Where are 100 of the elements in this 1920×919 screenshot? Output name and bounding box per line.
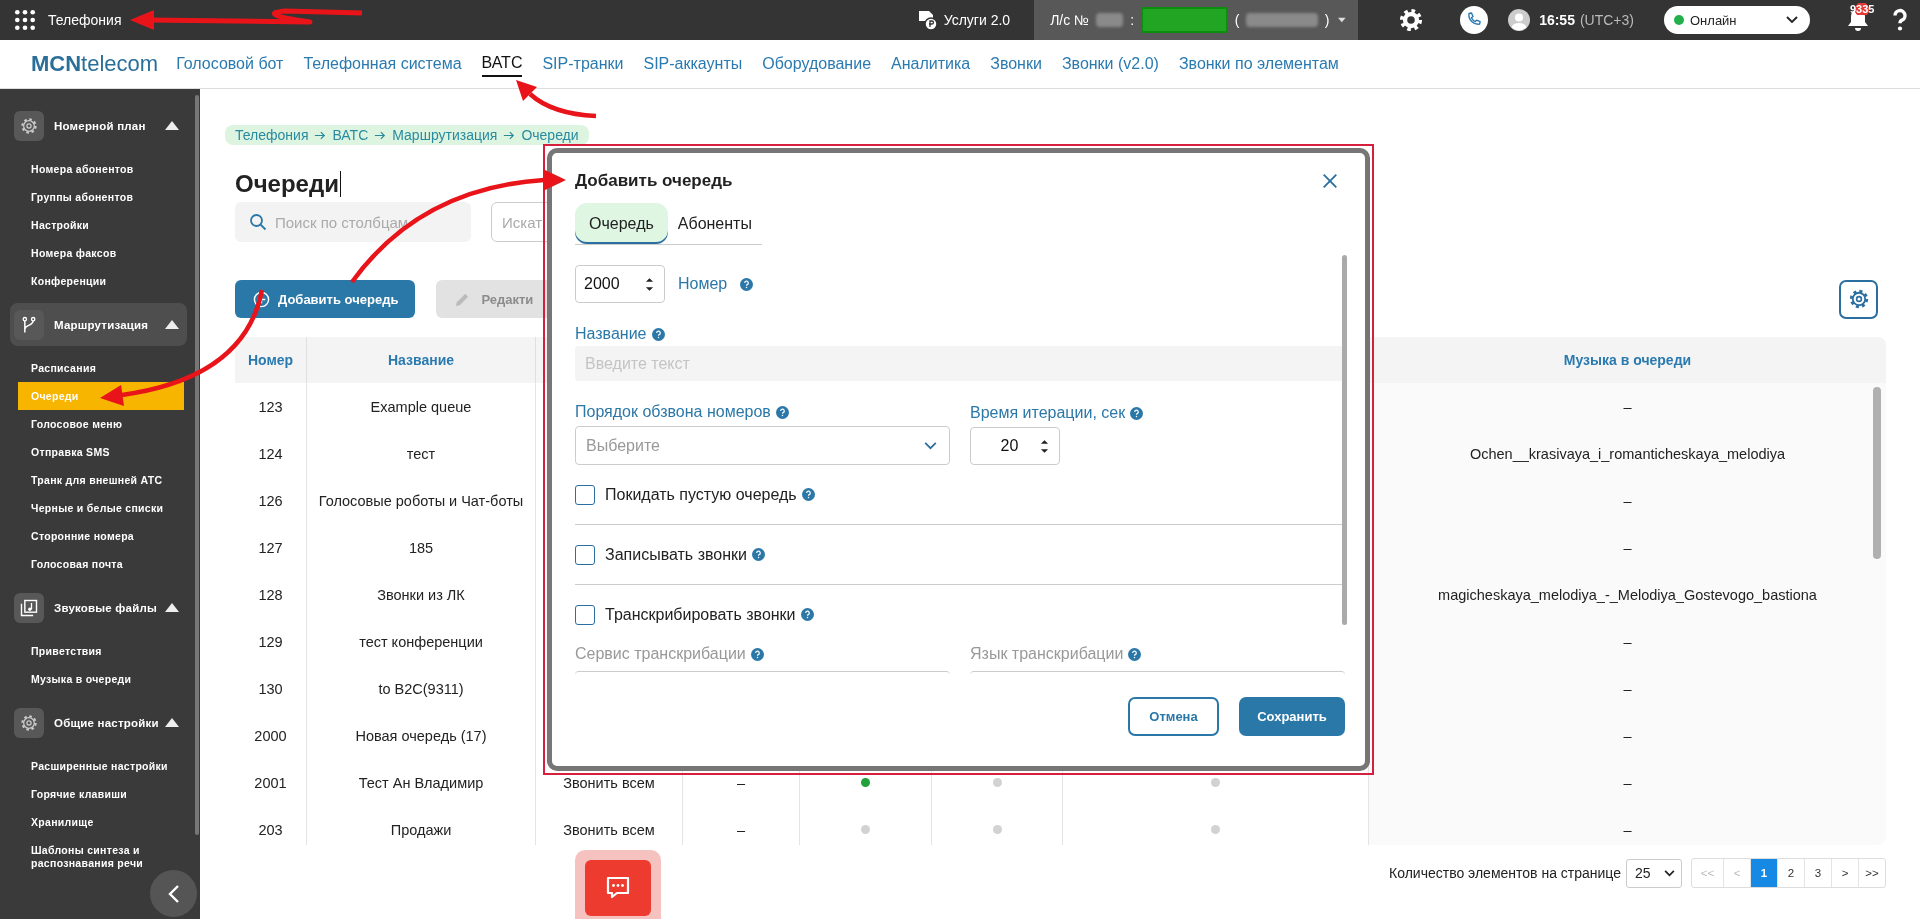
sidebar-item[interactable]: Черные и белые списки xyxy=(18,494,172,522)
sidebar-item[interactable]: Расписания xyxy=(18,354,105,382)
page-button[interactable]: 1 xyxy=(1750,859,1777,887)
sidebar-item[interactable]: Музыка в очереди xyxy=(18,665,140,693)
page-button[interactable]: 2 xyxy=(1777,859,1804,887)
sidebar-item[interactable]: Транк для внешней АТС xyxy=(18,466,171,494)
sidebar-item[interactable]: Отправка SMS xyxy=(18,438,118,466)
gear-icon xyxy=(1847,288,1870,310)
nav-tab[interactable]: Телефонная система xyxy=(303,52,462,76)
scrollbar[interactable] xyxy=(195,95,199,835)
checkbox[interactable] xyxy=(575,544,595,565)
chevron-down-icon xyxy=(1786,16,1798,24)
field-label: Язык транскрибации xyxy=(970,645,1124,663)
sidebar-item[interactable]: Номера факсов xyxy=(18,239,125,267)
tab[interactable]: Абоненты xyxy=(667,203,762,244)
table-cell: – xyxy=(1623,492,1632,509)
table-cell: – xyxy=(736,821,746,838)
sidebar-item[interactable]: Группы абонентов xyxy=(18,183,142,211)
account-label: Л/с № xyxy=(1050,12,1090,28)
nav-tab[interactable]: SIP-аккаунты xyxy=(643,52,743,76)
breadcrumb-link[interactable]: Телефония xyxy=(235,127,309,143)
avatar-icon[interactable] xyxy=(1508,9,1531,31)
nav-tab[interactable]: ВАТС xyxy=(481,51,523,77)
status-select[interactable]: Онлайн xyxy=(1664,6,1810,34)
add-queue-button[interactable]: Добавить очередь xyxy=(235,280,416,318)
sidebar-item[interactable]: Горячие клавиши xyxy=(18,780,136,808)
services-link[interactable]: Услуги 2.0 xyxy=(915,9,1011,31)
redacted-block xyxy=(1096,13,1124,27)
nav-tab[interactable]: Звонки по элементам xyxy=(1178,52,1339,76)
spinner-icon[interactable] xyxy=(645,276,654,292)
checkbox-label: Записывать звонки xyxy=(605,545,747,564)
sidebar-item[interactable]: Настройки xyxy=(18,211,98,239)
music-file-icon xyxy=(14,592,44,623)
sidebar-item[interactable]: Номера абонентов xyxy=(18,155,142,183)
plus-circle-icon xyxy=(253,290,270,308)
redacted-block xyxy=(1246,13,1318,27)
help-icon[interactable] xyxy=(1892,8,1908,32)
tab[interactable]: Очередь xyxy=(575,203,668,244)
nav-tab[interactable]: Звонки (v2.0) xyxy=(1061,52,1159,76)
field-label: Время итерации, сек xyxy=(970,404,1126,423)
text-cursor xyxy=(339,171,342,197)
page-size-label: Количество элементов на странице xyxy=(1389,865,1621,881)
sidebar-group[interactable]: Номерной план xyxy=(10,104,187,147)
triangle-icon[interactable] xyxy=(165,718,179,727)
nav-tab[interactable]: SIP-транки xyxy=(542,52,624,76)
account-selector[interactable]: Л/с № : ( ) xyxy=(1034,0,1359,40)
account-separator: : xyxy=(1130,12,1135,28)
table-cell: Продажи xyxy=(390,821,452,838)
nav-tab[interactable]: Звонки xyxy=(990,52,1042,76)
page-size-select[interactable]: 25 xyxy=(1626,858,1682,888)
page-button[interactable]: > xyxy=(1831,859,1858,887)
sidebar-group[interactable]: Маршрутизация xyxy=(10,303,187,346)
sidebar-item[interactable]: Голосовое меню xyxy=(18,410,131,438)
field-label: Название xyxy=(575,325,647,343)
sidebar-item[interactable]: Шаблоны синтеза и распознавания речи xyxy=(18,836,184,877)
logo[interactable]: MCNtelecom xyxy=(31,51,159,77)
spinner-icon[interactable] xyxy=(1040,438,1049,454)
page-button[interactable]: >> xyxy=(1858,859,1885,887)
nav-tab[interactable]: Аналитика xyxy=(891,52,971,76)
table-cell: 126 xyxy=(258,492,283,509)
scrollbar[interactable] xyxy=(1342,255,1347,625)
table-cell: – xyxy=(1623,633,1632,650)
table-cell: – xyxy=(736,774,746,791)
save-button[interactable]: Сохранить xyxy=(1239,697,1345,736)
triangle-icon[interactable] xyxy=(165,603,179,612)
table-cell: тест xyxy=(406,445,436,462)
sidebar-item[interactable]: Сторонние номера xyxy=(18,522,142,550)
breadcrumb-link[interactable]: ВАТС xyxy=(332,127,369,143)
triangle-icon[interactable] xyxy=(165,320,179,329)
breadcrumb-link[interactable]: Маршрутизация xyxy=(392,127,498,143)
sidebar-group[interactable]: Звуковые файлы xyxy=(10,586,187,629)
settings-button[interactable] xyxy=(1839,279,1878,319)
settings-icon[interactable] xyxy=(1398,7,1425,33)
sidebar-group[interactable]: Общие настройки xyxy=(10,701,187,744)
number-field[interactable]: 20 xyxy=(970,427,1060,466)
checkbox[interactable] xyxy=(575,484,595,505)
caret-icon xyxy=(1338,17,1347,23)
sidebar-item[interactable]: Голосовая почта xyxy=(18,550,131,578)
sidebar-item[interactable]: Расширенные настройки xyxy=(18,752,176,780)
sidebar-item[interactable]: Хранилище xyxy=(18,808,102,836)
phone-icon[interactable] xyxy=(1460,6,1489,34)
table-cell: 185 xyxy=(408,539,434,556)
chat-button[interactable] xyxy=(575,850,661,919)
checkbox[interactable] xyxy=(575,604,595,625)
breadcrumb-link[interactable]: Очереди xyxy=(521,127,579,143)
nav-tab[interactable]: Голосовой бот xyxy=(176,52,284,76)
section-title: Телефония xyxy=(48,12,122,28)
apps-grid-icon[interactable] xyxy=(14,9,36,31)
online-dot xyxy=(1674,15,1684,25)
table-cell: 2001 xyxy=(254,774,287,791)
close-icon[interactable] xyxy=(1321,172,1339,190)
number-field[interactable]: 2000 xyxy=(575,265,665,303)
page-button[interactable]: 3 xyxy=(1804,859,1831,887)
scrollbar[interactable] xyxy=(1873,387,1881,559)
dialog-title: Добавить очередь xyxy=(575,171,733,191)
sidebar-item[interactable]: Конференции xyxy=(18,267,115,295)
triangle-icon[interactable] xyxy=(165,121,179,130)
cancel-button[interactable]: Отмена xyxy=(1128,697,1219,736)
nav-tab[interactable]: Оборудование xyxy=(762,52,872,76)
sidebar-item[interactable]: Приветствия xyxy=(18,637,110,665)
